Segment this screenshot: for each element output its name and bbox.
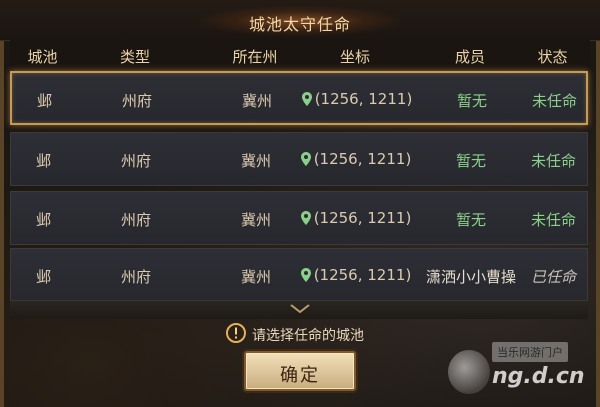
map-pin-icon (300, 211, 311, 225)
chevron-down-icon[interactable] (289, 304, 311, 314)
coord-text: (1256, 1211) (314, 90, 413, 108)
coord-text: (1256, 1211) (313, 209, 412, 227)
row-coord[interactable]: (1256, 1211) (296, 266, 416, 284)
table-row[interactable]: 邺 州府 冀州 (1256, 1211) 潇洒小小曹操 已任命 (10, 248, 588, 302)
row-status: 未任命 (530, 152, 576, 170)
table-row[interactable]: 邺 州府 冀州 (1256, 1211) 暂无 未任命 (10, 191, 588, 245)
watermark: 当乐网游门户 ng.d.cn (448, 338, 598, 400)
confirm-button-label: 确定 (280, 365, 320, 386)
row-type: 州府 (121, 92, 152, 110)
column-header-coord: 坐标 (339, 48, 370, 66)
map-pin-icon (300, 268, 311, 282)
row-coord[interactable]: (1256, 1211) (297, 90, 417, 108)
row-type: 州府 (120, 268, 151, 286)
watermark-bottom-text: ng.d.cn (492, 364, 585, 389)
row-city: 邺 (36, 92, 52, 110)
column-header-status: 状态 (537, 48, 568, 66)
watermark-logo-icon (448, 350, 490, 394)
table-row-selected[interactable]: 邺 州府 冀州 (1256, 1211) 暂无 未任命 (10, 71, 588, 125)
table-row[interactable]: 邺 州府 冀州 (1256, 1211) 暂无 未任命 (10, 132, 588, 186)
hint-text: 请选择任命的城池 (252, 328, 364, 344)
row-status: 未任命 (530, 211, 576, 229)
row-type: 州府 (120, 152, 151, 170)
title-bar: 城池太守任命 (0, 0, 600, 41)
coord-text: (1256, 1211) (313, 150, 412, 168)
watermark-top-text: 当乐网游门户 (492, 342, 568, 362)
row-status: 未任命 (531, 92, 577, 110)
confirm-button[interactable]: 确定 (244, 351, 356, 391)
warning-icon (226, 323, 246, 343)
map-pin-icon (300, 152, 311, 166)
row-type: 州府 (120, 211, 151, 229)
column-header-city: 城池 (27, 48, 58, 66)
table-header: 城池 类型 所在州 坐标 成员 状态 (10, 40, 590, 70)
row-city: 邺 (35, 152, 51, 170)
row-coord[interactable]: (1256, 1211) (296, 209, 416, 227)
coord-text: (1256, 1211) (313, 266, 412, 284)
row-status: 已任命 (530, 268, 576, 286)
row-coord[interactable]: (1256, 1211) (296, 150, 416, 168)
dialog-title: 城池太守任命 (248, 15, 351, 34)
map-pin-icon (301, 92, 312, 106)
row-city: 邺 (35, 211, 51, 229)
row-city: 邺 (35, 268, 51, 286)
column-header-type: 类型 (119, 48, 150, 66)
